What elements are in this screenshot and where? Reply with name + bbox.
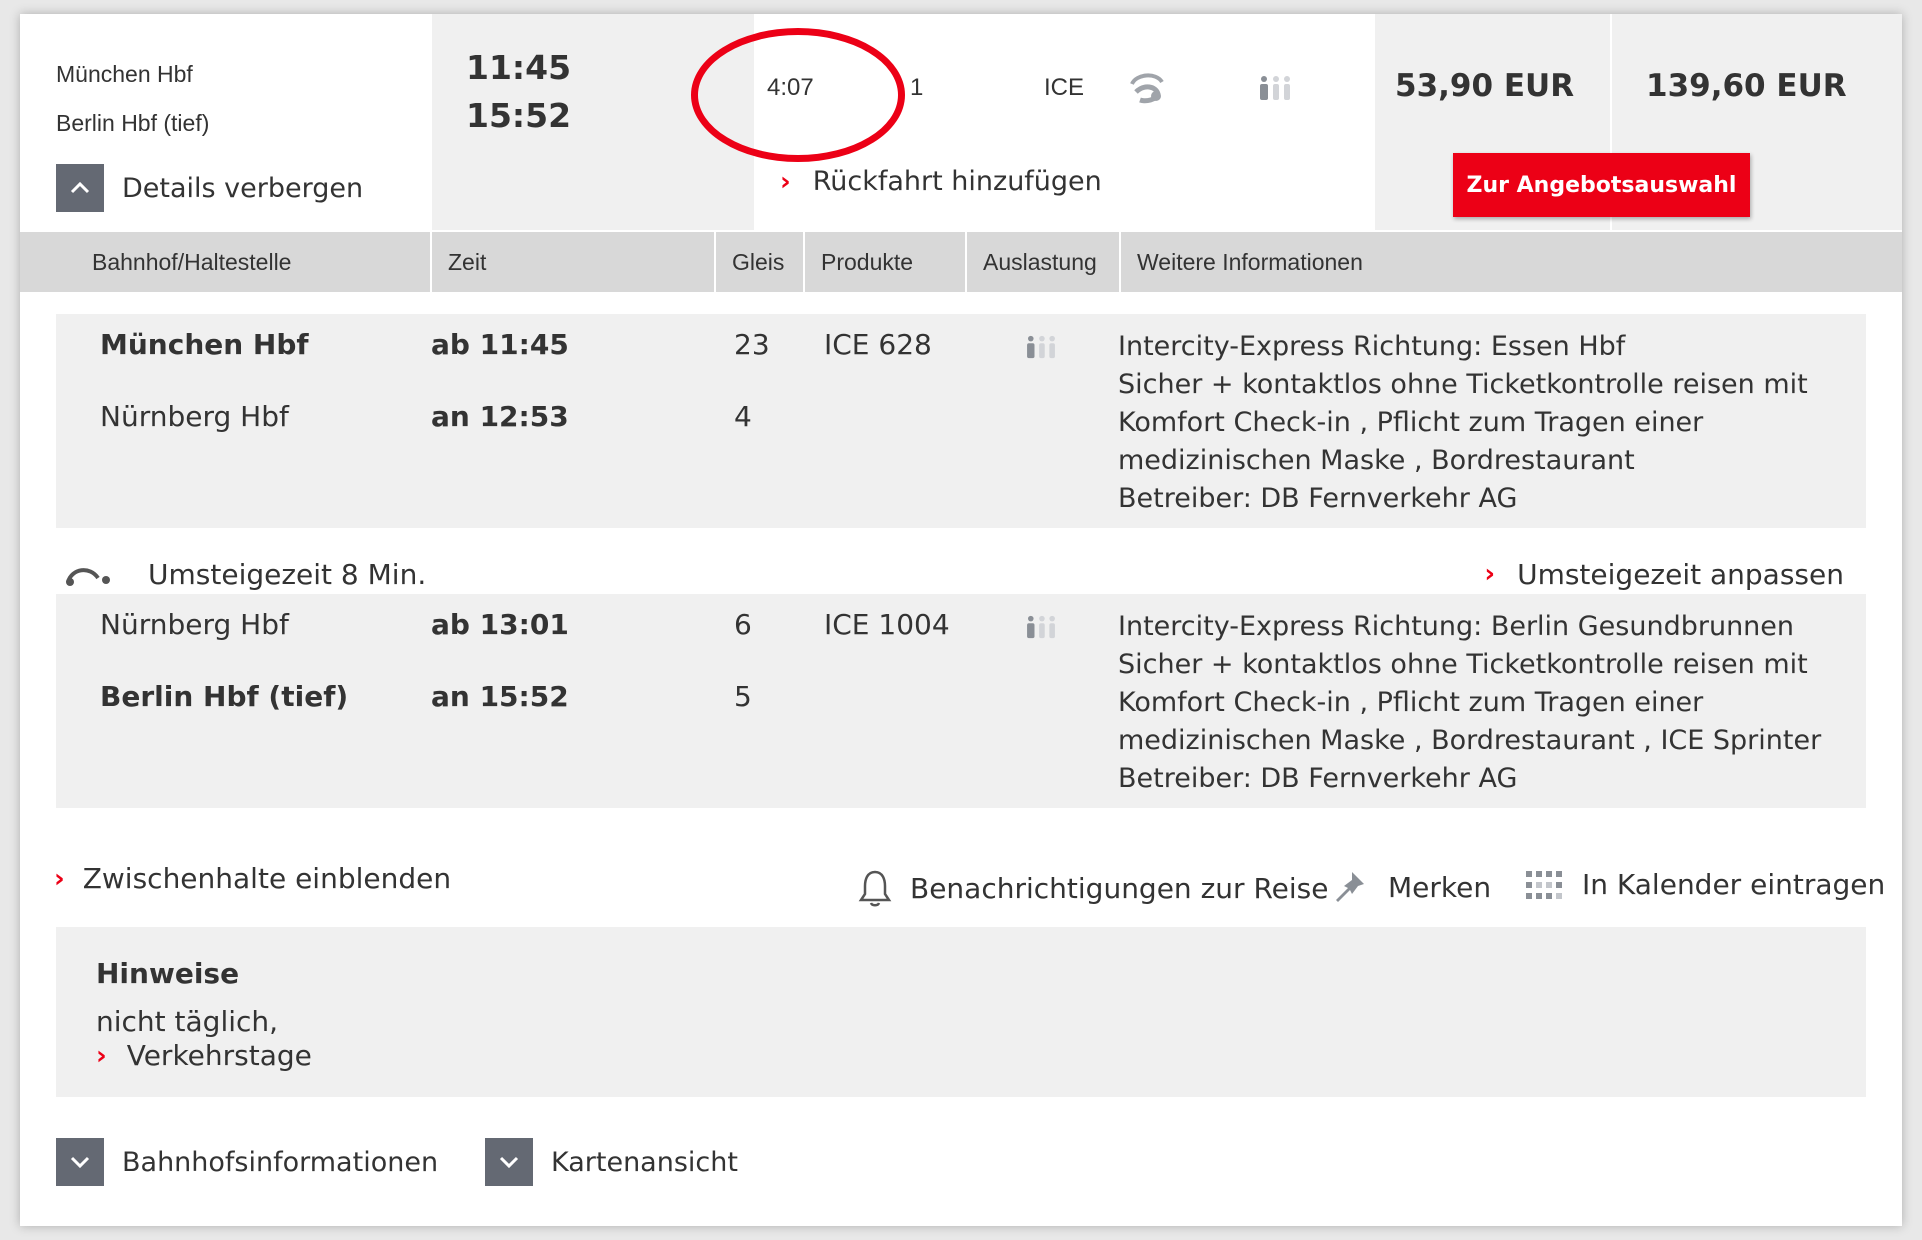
departure-time: 11:45	[466, 48, 572, 87]
add-return-label: Rückfahrt hinzufügen	[812, 166, 1102, 197]
bell-icon	[858, 870, 892, 907]
leg-1-info: Intercity-Express Richtung: Essen Hbf Si…	[1118, 328, 1808, 518]
add-return-link[interactable]: › Rückfahrt hinzufügen	[780, 166, 1102, 197]
occupancy-icon	[1027, 615, 1055, 639]
pin-icon	[1336, 872, 1364, 902]
header-occupancy: Auslastung	[967, 232, 1121, 292]
leg-1-info-line: Betreiber: DB Fernverkehr AG	[1118, 483, 1518, 514]
leg-2-departure: ab 13:01	[431, 608, 569, 641]
occupancy-icon	[1260, 76, 1290, 100]
destination-station: Berlin Hbf (tief)	[56, 110, 210, 136]
transfer-icon	[66, 568, 110, 586]
leg-2-to-platform: 5	[734, 680, 752, 713]
hints-title: Hinweise	[96, 957, 240, 990]
origin-station: München Hbf	[56, 61, 193, 87]
hints-panel: Hinweise nicht täglich, › Verkehrstage	[56, 927, 1866, 1097]
arrival-time: 15:52	[466, 96, 572, 135]
leg-1-departure: ab 11:45	[431, 328, 569, 361]
leg-2-info-line: Betreiber: DB Fernverkehr AG	[1118, 763, 1518, 794]
chevron-down-icon	[56, 1138, 104, 1186]
leg-2-info-line: Komfort Check-in , Pflicht zum Tragen ei…	[1118, 687, 1704, 718]
connection-card: München Hbf Berlin Hbf (tief) 11:45 15:5…	[20, 14, 1902, 1226]
adjust-transfer-label: Umsteigezeit anpassen	[1517, 557, 1844, 591]
leg-2-info-line: medizinischen Maske , Bordrestaurant , I…	[1118, 725, 1822, 756]
change-count: 1	[910, 74, 924, 101]
chevron-right-icon: ›	[780, 166, 791, 197]
chevron-right-icon: ›	[96, 1040, 107, 1071]
bookmark-label: Merken	[1388, 870, 1492, 904]
leg-1-to-platform: 4	[734, 400, 752, 433]
leg-1-product: ICE 628	[824, 328, 932, 361]
station-info-label: Bahnhofsinformationen	[122, 1146, 439, 1178]
occupancy-icon	[1027, 335, 1055, 359]
chevron-right-icon: ›	[54, 863, 65, 894]
journey-actions: › Zwischenhalte einblenden Benachrichtig…	[20, 854, 1902, 934]
details-toggle-label: Details verbergen	[122, 172, 364, 204]
leg-1-to-station: Nürnberg Hbf	[100, 400, 289, 433]
header-further-info: Weitere Informationen	[1137, 248, 1363, 275]
leg-2-info: Intercity-Express Richtung: Berlin Gesun…	[1118, 608, 1821, 798]
price-flex: 53,90 EUR	[1395, 68, 1575, 104]
calendar-link[interactable]: In Kalender eintragen	[1524, 868, 1885, 901]
leg-1-from-platform: 23	[734, 328, 770, 361]
sprinter-icon	[1130, 73, 1164, 104]
station-info-toggle[interactable]: Bahnhofsinformationen	[56, 1138, 438, 1186]
leg-2: Nürnberg Hbf Berlin Hbf (tief) ab 13:01 …	[56, 594, 1866, 808]
leg-2-from-platform: 6	[734, 608, 752, 641]
leg-1-info-line: Komfort Check-in , Pflicht zum Tragen ei…	[1118, 407, 1704, 438]
header-platform: Gleis	[716, 232, 805, 292]
map-view-toggle[interactable]: Kartenansicht	[485, 1138, 738, 1186]
bookmark-link[interactable]: Merken	[1330, 868, 1491, 906]
leg-2-arrival: an 15:52	[431, 680, 569, 713]
leg-1-info-line: medizinischen Maske , Bordrestaurant	[1118, 445, 1635, 476]
leg-1: München Hbf Nürnberg Hbf ab 11:45 an 12:…	[56, 314, 1866, 528]
price-first-class: 139,60 EUR	[1646, 68, 1847, 104]
product-type: ICE	[1044, 74, 1085, 101]
hints-text: nicht täglich,	[96, 1005, 279, 1038]
leg-2-product: ICE 1004	[824, 608, 950, 641]
chevron-down-icon	[485, 1138, 533, 1186]
notifications-link[interactable]: Benachrichtigungen zur Reise	[858, 868, 1328, 908]
leg-1-from-station: München Hbf	[100, 328, 309, 361]
transfer-time: Umsteigezeit 8 Min.	[148, 557, 427, 591]
leg-1-info-line: Intercity-Express Richtung: Essen Hbf	[1118, 331, 1626, 362]
calendar-label: In Kalender eintragen	[1582, 868, 1886, 901]
leg-2-info-line: Sicher + kontaktlos ohne Ticketkontrolle…	[1118, 649, 1808, 680]
details-toggle[interactable]: Details verbergen	[56, 164, 363, 212]
header-products: Produkte	[805, 232, 967, 292]
leg-1-arrival: an 12:53	[431, 400, 569, 433]
route-stations: München Hbf Berlin Hbf (tief)	[56, 50, 209, 148]
header-station: Bahnhof/Haltestelle	[56, 232, 432, 292]
leg-2-to-station: Berlin Hbf (tief)	[100, 680, 349, 713]
chevron-right-icon: ›	[1484, 559, 1496, 589]
chevron-up-icon	[56, 164, 104, 212]
leg-1-info-line: Sicher + kontaktlos ohne Ticketkontrolle…	[1118, 369, 1808, 400]
service-days-label: Verkehrstage	[126, 1039, 312, 1072]
service-days-link[interactable]: › Verkehrstage	[96, 1039, 312, 1072]
travel-duration: 4:07	[767, 74, 814, 101]
header-time: Zeit	[432, 232, 716, 292]
map-view-label: Kartenansicht	[551, 1146, 738, 1178]
leg-2-from-station: Nürnberg Hbf	[100, 608, 289, 641]
table-header: Bahnhof/Haltestelle Zeit Gleis Produkte …	[20, 232, 1902, 292]
notifications-label: Benachrichtigungen zur Reise	[910, 871, 1329, 905]
calendar-icon	[1526, 870, 1562, 899]
leg-2-info-line: Intercity-Express Richtung: Berlin Gesun…	[1118, 611, 1795, 642]
show-stops-label: Zwischenhalte einblenden	[82, 862, 452, 895]
adjust-transfer-link[interactable]: › Umsteigezeit anpassen	[1484, 558, 1844, 591]
offer-selection-button[interactable]: Zur Angebotsauswahl	[1453, 153, 1750, 217]
show-stops-link[interactable]: › Zwischenhalte einblenden	[54, 862, 451, 895]
